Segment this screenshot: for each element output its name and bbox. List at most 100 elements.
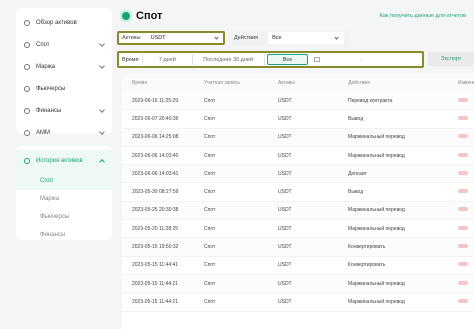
cell-action: Депозит	[348, 170, 367, 177]
table-row[interactable]: 2023-05-30 08:27:59 Спот USDT Вывод	[122, 183, 474, 202]
cell-account: Спот	[204, 225, 216, 232]
margin-icon	[24, 64, 30, 70]
actions-value: Все	[272, 35, 282, 41]
column-header-account: Учетная запись	[204, 80, 241, 86]
table-row[interactable]: 2023-05-15 11:44:41 Спот USDT Конвертироват…	[122, 257, 474, 275]
sidebar-item-finance[interactable]: Финансы	[16, 100, 112, 122]
change-redacted-bar	[458, 225, 468, 230]
actions-label: Действия	[234, 35, 259, 41]
cell-time: 2023-06-06 14:03:41	[132, 170, 179, 177]
cell-action: Маржинальный перевод	[348, 207, 405, 214]
sidebar-item-label: Финансы	[36, 108, 62, 114]
sidebar-item-margin[interactable]: Маржа	[16, 56, 112, 78]
cell-time: 2023-05-30 08:27:59	[132, 189, 179, 196]
column-header-action: Действия	[348, 80, 370, 86]
cell-account: Спот	[204, 170, 216, 177]
table-row[interactable]: 2023-05-15 11:44:21 Спот USDT Маржинальный …	[122, 293, 474, 312]
cell-change	[458, 244, 474, 250]
page-title: Спот	[136, 10, 163, 22]
cell-time: 2023-05-15 19:50:32	[132, 244, 179, 251]
amm-icon	[24, 130, 30, 136]
sidebar-item-label: Маржа	[36, 64, 56, 70]
assets-value: USDT	[150, 35, 166, 41]
column-header-asset: Активы	[278, 80, 295, 86]
cell-action: Маржинальный перевод	[348, 225, 405, 232]
filter-row-assets-actions: Активы USDT Действия Все	[117, 30, 353, 46]
cell-asset: USDT	[278, 97, 292, 104]
sidebar-item-label: История активов	[36, 158, 83, 164]
sidebar-item-overview[interactable]: Обзор активов	[16, 12, 112, 34]
chevron-down-icon	[99, 63, 105, 69]
cell-time: 2023-05-15 11:44:41	[132, 262, 179, 269]
table-row[interactable]: 2023-06-06 14:25:08 Спот USDT Маржинальный …	[122, 128, 474, 147]
time-label: Время	[121, 54, 143, 65]
sidebar-item-amm[interactable]: AMM	[16, 122, 112, 144]
table-row[interactable]: 2023-06-06 14:03:40 Спот USDT Маржинальный …	[122, 147, 474, 166]
change-redacted-bar	[458, 262, 468, 267]
sidebar-subitem-finance[interactable]: Финансы	[16, 226, 112, 244]
cell-account: Спот	[204, 298, 216, 305]
cell-asset: USDT	[278, 170, 292, 177]
change-redacted-bar	[458, 298, 468, 303]
cell-action: Вывод	[348, 115, 364, 122]
table-row[interactable]: 2023-06-16 11:25:29 Спот USDT Перевод контр…	[122, 92, 474, 111]
period-all-button[interactable]: Все	[266, 54, 309, 65]
table-row[interactable]: 2023-05-15 11:44:21 Спот USDT Маржинальный …	[122, 274, 474, 294]
actions-select[interactable]: Все	[268, 32, 345, 44]
spot-logo-icon	[122, 12, 130, 20]
cell-change	[458, 280, 474, 287]
cell-account: Спот	[204, 152, 216, 159]
time-filter-row: Время 7 дней Последние 30 дней Все -	[117, 51, 424, 68]
export-button[interactable]: Экспорт	[428, 52, 474, 66]
sidebar-subitem-futures[interactable]: Фьючерсы	[16, 208, 112, 226]
cell-asset: USDT	[278, 262, 292, 269]
period-30-days-button[interactable]: Последние 30 дней	[193, 54, 265, 65]
change-redacted-bar	[458, 115, 468, 120]
sidebar-item-asset-history[interactable]: История активов	[16, 150, 112, 172]
chevron-down-icon	[214, 34, 219, 40]
chevron-down-icon	[99, 41, 105, 47]
cell-time: 2023-06-06 14:25:08	[132, 134, 179, 141]
table-row[interactable]: 2023-06-07 20:40:36 Спот USDT Вывод	[122, 110, 474, 129]
chevron-down-icon	[99, 107, 105, 113]
calendar-icon	[314, 57, 321, 62]
assets-select[interactable]: Активы USDT	[117, 31, 225, 45]
sidebar-item-futures[interactable]: Фьючерсы	[16, 78, 112, 100]
table-row[interactable]: 2023-05-25 20:30:38 Спот USDT Маржинальный …	[122, 201, 474, 221]
help-link[interactable]: Как получить данные для отчетов	[380, 13, 466, 19]
cell-asset: USDT	[278, 115, 292, 122]
table-body: 2023-06-16 11:25:29 Спот USDT Перевод контр…	[122, 92, 474, 312]
cell-time: 2023-05-15 11:44:21	[132, 298, 179, 305]
table-row[interactable]: 2023-05-15 19:50:32 Спот USDT Конвертироват…	[122, 238, 474, 257]
cell-action: Маржинальный перевод	[348, 280, 405, 287]
period-7-days-button[interactable]: 7 дней	[143, 54, 193, 65]
sidebar-subitem-spot[interactable]: Спот	[16, 172, 112, 190]
change-redacted-bar	[458, 134, 468, 139]
cell-asset: USDT	[278, 244, 292, 251]
table-row[interactable]: 2023-05-20 11:28:25 Спот USDT Маржинальный …	[122, 220, 474, 239]
column-header-change: Изменения	[458, 80, 474, 86]
cell-account: Спот	[204, 115, 216, 122]
cell-account: Спот	[204, 207, 216, 214]
cell-account: Спот	[204, 262, 216, 269]
cell-change	[458, 225, 474, 232]
cell-asset: USDT	[278, 189, 292, 196]
column-header-time: Время	[132, 80, 148, 86]
sidebar-item-label: Обзор активов	[36, 20, 77, 26]
cell-change	[458, 97, 474, 104]
sidebar-item-label: Спот	[36, 42, 50, 48]
date-range-picker[interactable]: -	[310, 54, 420, 65]
table-row[interactable]: 2023-06-06 14:03:41 Спот USDT Депозит	[122, 165, 474, 184]
table-header: Время Учетная запись Активы Действия Изм…	[122, 74, 474, 92]
sidebar-item-spot[interactable]: Спот	[16, 34, 112, 56]
sidebar-main-nav: Обзор активов Спот Маржа Фьючерсы Финанс…	[16, 8, 112, 136]
chevron-down-icon	[99, 129, 105, 135]
sidebar-history-nav: История активов Спот Маржа Фьючерсы Фина…	[16, 146, 112, 240]
sidebar-item-label: Фьючерсы	[36, 86, 66, 92]
cell-account: Спот	[204, 189, 216, 196]
date-separator: -	[360, 56, 363, 63]
history-icon	[24, 158, 30, 164]
cell-time: 2023-06-16 11:25:29	[132, 97, 179, 104]
cell-asset: USDT	[278, 134, 292, 141]
sidebar-subitem-margin[interactable]: Маржа	[16, 190, 112, 208]
